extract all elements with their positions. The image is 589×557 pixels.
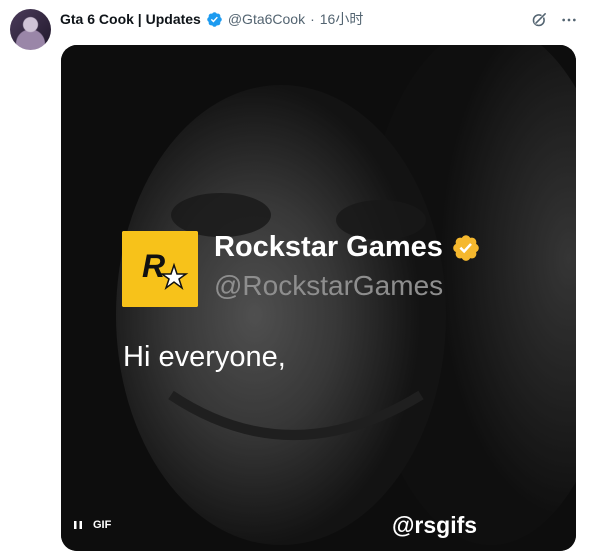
gif-label: GIF xyxy=(93,519,112,531)
more-icon[interactable] xyxy=(561,12,577,28)
verified-icon xyxy=(207,11,222,27)
avatar[interactable] xyxy=(10,9,51,50)
svg-text:R: R xyxy=(142,248,165,284)
pause-icon[interactable] xyxy=(73,520,83,530)
gif-badge[interactable]: GIF xyxy=(73,519,111,531)
card-handle: @RockstarGames xyxy=(214,270,444,301)
tweet-header: Gta 6 Cook | Updates @Gta6Cook · 16小时 xyxy=(60,9,363,29)
card-name-text: Rockstar Games xyxy=(214,231,443,263)
handle[interactable]: @Gta6Cook xyxy=(228,11,305,27)
grok-icon[interactable] xyxy=(531,11,548,28)
display-name[interactable]: Gta 6 Cook | Updates xyxy=(60,11,201,27)
rockstar-logo: R xyxy=(122,231,198,307)
tweet: Gta 6 Cook | Updates @Gta6Cook · 16小时 R … xyxy=(0,0,589,557)
card-text: Hi everyone, xyxy=(123,341,286,373)
gold-verified-icon xyxy=(453,234,479,261)
gif-media[interactable]: R Rockstar Games @RockstarGames Hi every… xyxy=(61,45,576,551)
watermark: @rsgifs xyxy=(392,512,478,538)
card-account-name: Rockstar Games xyxy=(214,231,481,264)
timestamp[interactable]: 16小时 xyxy=(320,9,364,29)
separator-dot: · xyxy=(310,11,315,27)
